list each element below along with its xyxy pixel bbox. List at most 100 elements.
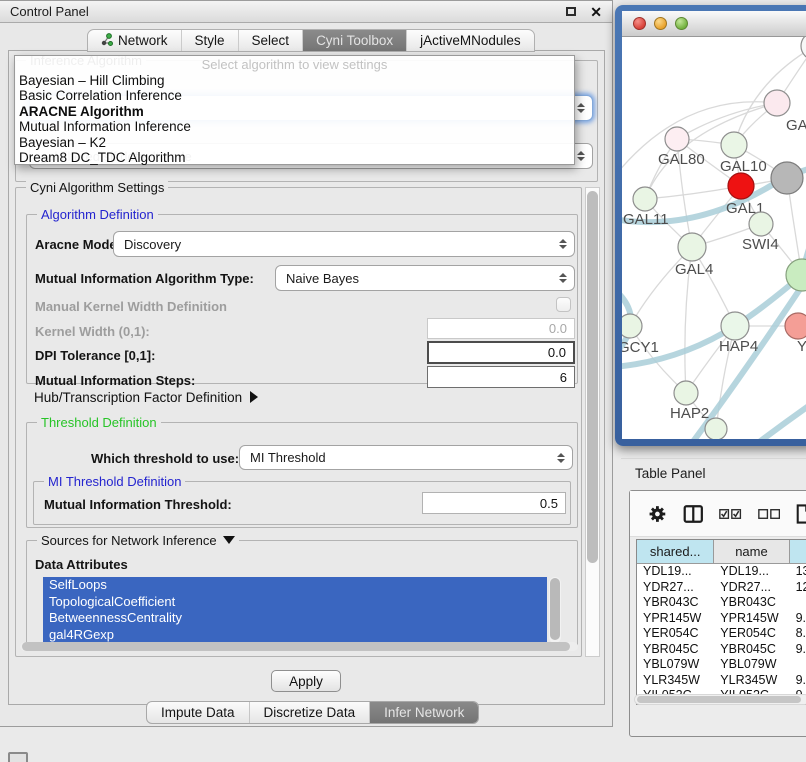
hub-definition-toggle[interactable]: Hub/Transcription Factor Definition [34,390,258,405]
kernel-width-label: Kernel Width (0,1): [35,324,150,339]
algorithm-option-bayesian-hill-climbing[interactable]: Bayesian – Hill Climbing [15,73,574,88]
mi-steps-label: Mutual Information Steps: [35,373,195,388]
algorithm-definition-group: Algorithm Definition Aracne Mode: Discov… [26,214,578,384]
node-label-gal80: GAL80 [658,151,705,168]
table-panel-title: Table Panel [635,466,706,481]
mi-threshold-field[interactable]: 0.5 [422,492,566,514]
table-row[interactable]: YBL079WYBL079W [637,657,806,673]
mi-type-select[interactable]: Naive Bayes [275,265,575,291]
tab-network[interactable]: Network [88,30,182,51]
column-header-a[interactable]: A [790,540,806,564]
network-node[interactable] [705,418,727,439]
network-node-gal[interactable] [764,90,790,116]
sources-group-label[interactable]: Sources for Network Inference [37,533,239,548]
network-graph[interactable]: GALGAL80GAL10GAL1GAL11SWI4GAL4GCY1HAP4YH… [622,37,806,439]
network-node-hap4[interactable] [721,312,749,340]
network-window-titlebar[interactable] [622,11,806,37]
network-node-hap2[interactable] [674,381,698,405]
data-attributes-label: Data Attributes [35,557,128,572]
table-horizontal-scrollbar[interactable] [634,694,806,705]
network-node-gal1[interactable] [728,173,754,199]
control-panel-tabs: NetworkStyleSelectCyni ToolboxjActiveMNo… [87,29,535,52]
bottom-tabs: Impute DataDiscretize DataInfer Network [146,701,479,724]
algorithm-option-basic-correlation-inference[interactable]: Basic Correlation Inference [15,88,574,103]
table-row[interactable]: YLR345WYLR345W9. [637,673,806,689]
table-row[interactable]: YPR145WYPR145W9. [637,611,806,627]
network-node-y[interactable] [785,313,806,339]
network-canvas[interactable]: GALGAL80GAL10GAL1GAL11SWI4GAL4GCY1HAP4YH… [622,37,806,439]
attribute-item-gal4rgexp[interactable]: gal4RGexp [43,627,547,644]
network-node[interactable] [771,162,803,194]
tab-cyni-toolbox[interactable]: Cyni Toolbox [303,30,407,51]
zoom-traffic-light-icon[interactable] [675,17,688,30]
deselect-all-checkboxes-icon[interactable] [758,507,780,521]
network-node-gal11[interactable] [633,187,657,211]
table-cell: YER054C [714,626,789,642]
tab-select[interactable]: Select [239,30,304,51]
select-all-checkboxes-icon[interactable] [719,507,741,521]
network-node-gcy1[interactable] [622,314,642,338]
table-row[interactable]: YBR043CYBR043C [637,595,806,611]
network-node-swi4[interactable] [749,212,773,236]
column-header-name[interactable]: name [714,540,789,564]
network-node-gal4[interactable] [678,233,706,261]
which-threshold-select[interactable]: MI Threshold [239,445,573,470]
tab-impute-data[interactable]: Impute Data [147,702,250,723]
which-threshold-label: Which threshold to use: [91,451,239,466]
mi-steps-field[interactable]: 6 [427,366,575,388]
algorithm-option-aracne-algorithm[interactable]: ARACNE Algorithm [15,104,574,119]
table-cell: YBR043C [714,595,789,611]
dock-panel-icon[interactable] [8,752,28,762]
desktop: Control Panel ✕ NetworkStyleSelectCyni T… [0,0,806,762]
new-file-icon[interactable] [796,502,806,526]
tab-infer-network[interactable]: Infer Network [370,702,478,723]
attribute-item-betweennesscentrality[interactable]: BetweennessCentrality [43,610,547,627]
close-window-icon[interactable]: ✕ [590,7,602,17]
column-header-shared[interactable]: shared... [637,540,714,564]
attribute-item-topologicalcoefficient[interactable]: TopologicalCoefficient [43,594,547,611]
kernel-width-field[interactable]: 0.0 [427,318,575,339]
algorithm-list: Bayesian – Hill ClimbingBasic Correlatio… [15,73,574,165]
apply-button[interactable]: Apply [271,670,341,692]
network-node-gal80[interactable] [665,127,689,151]
float-window-icon[interactable] [566,7,576,16]
table-row[interactable]: YER054CYER054C8. [637,626,806,642]
settings-horizontal-scrollbar[interactable] [20,642,578,651]
close-traffic-light-icon[interactable] [633,17,646,30]
table-cell: 9. [790,673,806,689]
tab-jactivemnodules[interactable]: jActiveMNodules [407,30,534,51]
minimize-traffic-light-icon[interactable] [654,17,667,30]
node-label-gal: GAL [786,117,806,134]
mi-type-value: Naive Bayes [286,271,359,286]
algorithm-option-bayesian-k2[interactable]: Bayesian – K2 [15,135,574,150]
table-cell: 9. [790,642,806,658]
settings-gear-icon[interactable] [648,503,667,525]
dpi-tolerance-field[interactable]: 0.0 [427,341,575,364]
tab-discretize-data[interactable]: Discretize Data [250,702,371,723]
table-cell: YBR045C [637,642,714,658]
aracne-mode-select[interactable]: Discovery [113,231,575,257]
algorithm-dropdown-popup: Select algorithm to view settings Bayesi… [14,55,575,165]
attribute-item-selfloops[interactable]: SelfLoops [43,577,547,594]
algorithm-option-dream8-dc-tdc-algorithm[interactable]: Dream8 DC_TDC Algorithm [15,150,574,165]
tab-style[interactable]: Style [182,30,239,51]
table-row[interactable]: YBR045CYBR045C9. [637,642,806,658]
sources-group: Sources for Network Inference Data Attri… [26,540,578,646]
network-node[interactable] [801,37,806,60]
control-panel-window: Control Panel ✕ NetworkStyleSelectCyni T… [0,0,613,727]
manual-kernel-checkbox[interactable] [556,297,571,312]
split-columns-icon[interactable] [683,503,704,525]
combo-arrows-icon [577,96,585,120]
data-attributes-list: SelfLoopsTopologicalCoefficientBetweenne… [43,577,561,643]
table-row[interactable]: YDR27...YDR27...12 [637,580,806,596]
network-view-window: GALGAL80GAL10GAL1GAL11SWI4GAL4GCY1HAP4YH… [615,5,806,446]
settings-vertical-scrollbar[interactable] [585,187,600,657]
table-cell: YBR045C [714,642,789,658]
table-cell: 12 [790,580,806,596]
attributes-scrollbar[interactable] [549,577,561,643]
table-cell: YPR145W [637,611,714,627]
network-node-gal10[interactable] [721,132,747,158]
table-row[interactable]: YDL19...YDL19...13 [637,564,806,580]
algorithm-option-mutual-information-inference[interactable]: Mutual Information Inference [15,119,574,134]
table-cell [790,595,806,611]
